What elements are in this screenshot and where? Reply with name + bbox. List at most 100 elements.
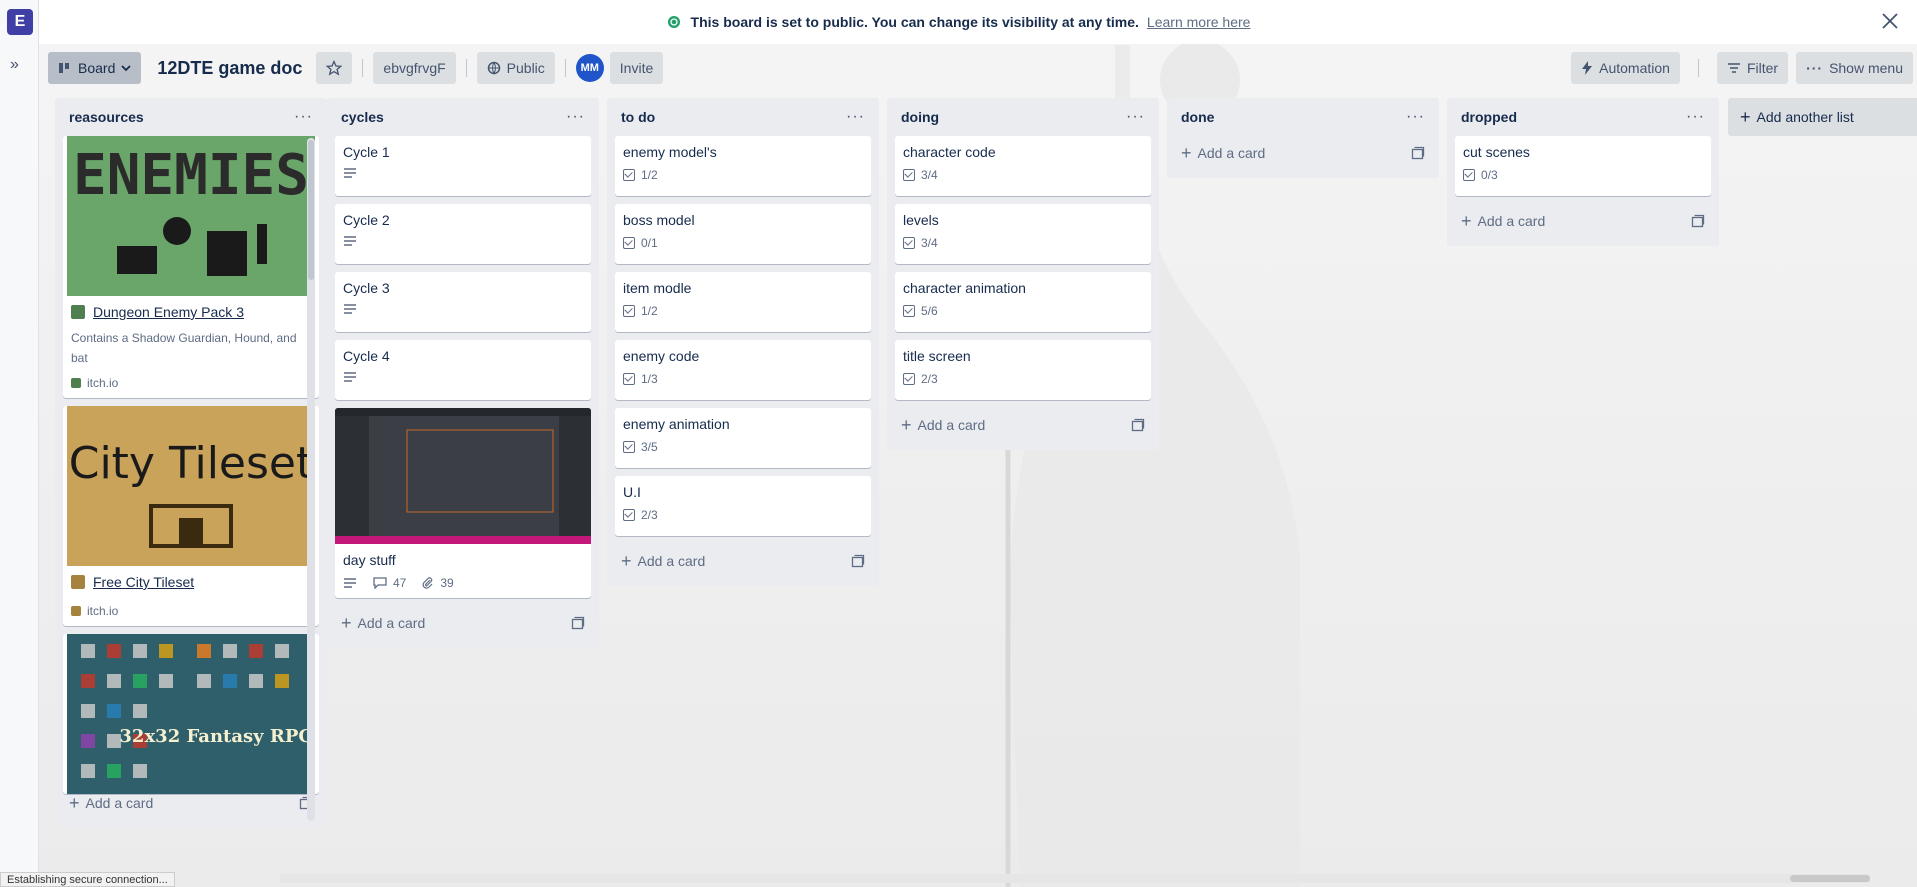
card[interactable]: Cycle 4 — [335, 340, 591, 400]
board-title[interactable]: 12DTE game doc — [157, 58, 302, 79]
card[interactable]: cut scenes 0/3 — [1455, 136, 1711, 196]
list-header: to do ··· — [615, 98, 871, 136]
globe-icon — [667, 16, 680, 28]
list-title[interactable]: reasources — [69, 109, 144, 125]
list-title[interactable]: doing — [901, 109, 939, 125]
add-card-button[interactable]: + Add a card — [1455, 204, 1711, 238]
divider — [564, 59, 566, 77]
checklist-icon — [623, 441, 635, 453]
add-card-button[interactable]: + Add a card — [63, 786, 319, 820]
add-card-button[interactable]: + Add a card — [335, 606, 591, 640]
list-title[interactable]: to do — [621, 109, 655, 125]
checklist-badge: 0/1 — [623, 236, 863, 250]
add-card-button[interactable]: + Add a card — [615, 544, 871, 578]
list-menu-icon[interactable]: ··· — [294, 109, 313, 125]
card[interactable]: levels 3/4 — [895, 204, 1151, 264]
close-icon[interactable] — [1879, 10, 1901, 32]
automation-button[interactable]: Automation — [1571, 52, 1680, 84]
card[interactable]: character code 3/4 — [895, 136, 1151, 196]
link-description: Contains a Shadow Guardian, Hound, and b… — [71, 331, 297, 365]
list-dropped: dropped ··· cut scenes 0/3 + Add a card — [1447, 98, 1719, 246]
show-menu-button[interactable]: ··· Show menu — [1796, 52, 1913, 84]
checklist-count: 0/1 — [641, 236, 658, 250]
invite-button[interactable]: Invite — [609, 52, 664, 84]
card-title: Cycle 1 — [343, 144, 390, 160]
learn-more-link[interactable]: Learn more here — [1147, 14, 1251, 30]
list-doing: doing ··· character code 3/4 levels 3/4 ch… — [887, 98, 1159, 450]
itch-icon — [71, 606, 81, 616]
visibility-label: Public — [506, 60, 545, 76]
checklist-badge: 2/3 — [903, 372, 1143, 386]
thumb-enemies-text: ENEMIES — [73, 143, 309, 208]
add-another-list-button[interactable]: + Add another list — [1728, 98, 1917, 136]
card[interactable]: enemy code 1/3 — [615, 340, 871, 400]
list-reasources: reasources ··· ENEMIES Dungeon Enemy Pac… — [55, 98, 327, 828]
star-icon — [326, 60, 343, 76]
template-icon[interactable] — [571, 616, 585, 630]
link-source-text: itch.io — [87, 604, 119, 618]
template-icon[interactable] — [1691, 214, 1705, 228]
link-title[interactable]: Dungeon Enemy Pack 3 — [71, 304, 311, 320]
description-icon — [344, 304, 356, 314]
link-card[interactable]: ENEMIES Dungeon Enemy Pack 3 Contains a … — [63, 136, 319, 398]
list-menu-icon[interactable]: ··· — [1686, 109, 1705, 125]
star-board-button[interactable] — [316, 52, 353, 84]
card-title: U.I — [623, 484, 641, 500]
list-header: cycles ··· — [335, 98, 591, 136]
list-menu-icon[interactable]: ··· — [1406, 109, 1425, 125]
link-card[interactable]: 32x32 Fantasy RPG Icons — [63, 634, 319, 794]
checklist-badge: 5/6 — [903, 304, 1143, 318]
board-horizontal-scrollbar[interactable] — [280, 874, 1870, 883]
list-scrollbar[interactable] — [307, 138, 315, 821]
checklist-badge: 3/4 — [903, 236, 1143, 250]
template-icon[interactable] — [1411, 146, 1425, 160]
board-header: Board 12DTE game doc ebvgfrvgF Public MM… — [48, 52, 1917, 84]
list-menu-icon[interactable]: ··· — [1126, 109, 1145, 125]
workspace-button[interactable]: ebvgfrvgF — [373, 52, 456, 84]
card[interactable]: enemy animation 3/5 — [615, 408, 871, 468]
header-right-actions: Automation Filter ··· Show menu — [1571, 52, 1913, 84]
card-title: enemy model's — [623, 144, 717, 160]
card[interactable]: enemy model's 1/2 — [615, 136, 871, 196]
image-card[interactable]: day stuff 47 39 — [335, 408, 591, 598]
list-title[interactable]: dropped — [1461, 109, 1517, 125]
card[interactable]: Cycle 3 — [335, 272, 591, 332]
list-title[interactable]: done — [1181, 109, 1214, 125]
card[interactable]: Cycle 1 — [335, 136, 591, 196]
description-icon — [344, 236, 356, 246]
add-card-button[interactable]: + Add a card — [1175, 136, 1431, 170]
description-icon — [344, 168, 356, 178]
template-icon[interactable] — [851, 554, 865, 568]
visibility-button[interactable]: Public — [476, 52, 555, 84]
add-card-label: Add a card — [637, 553, 706, 569]
description-badge — [343, 236, 583, 246]
filter-button[interactable]: Filter — [1716, 52, 1789, 84]
link-card[interactable]: City Tileset Free City Tileset itch.io — [63, 406, 319, 626]
workspace-logo[interactable]: E — [7, 9, 33, 35]
card[interactable]: character animation 5/6 — [895, 272, 1151, 332]
list-menu-icon[interactable]: ··· — [566, 109, 585, 125]
list-cards: ENEMIES Dungeon Enemy Pack 3 Contains a … — [63, 136, 319, 819]
card-title: levels — [903, 212, 939, 228]
checklist-count: 3/5 — [641, 440, 658, 454]
card[interactable]: boss model 0/1 — [615, 204, 871, 264]
avatar[interactable]: MM — [575, 54, 604, 82]
checklist-count: 2/3 — [641, 508, 658, 522]
template-icon[interactable] — [1131, 418, 1145, 432]
board-view-button[interactable]: Board — [48, 52, 142, 84]
card[interactable]: title screen 2/3 — [895, 340, 1151, 400]
link-source: itch.io — [71, 376, 311, 390]
lightning-icon — [1582, 61, 1593, 75]
card-title: title screen — [903, 348, 971, 364]
add-card-button[interactable]: + Add a card — [895, 408, 1151, 442]
card[interactable]: item modle 1/2 — [615, 272, 871, 332]
link-source: itch.io — [71, 604, 311, 618]
card[interactable]: Cycle 2 — [335, 204, 591, 264]
card[interactable]: U.I 2/3 — [615, 476, 871, 536]
list-menu-icon[interactable]: ··· — [846, 109, 865, 125]
checklist-icon — [1463, 169, 1475, 181]
list-title[interactable]: cycles — [341, 109, 384, 125]
expand-sidebar-icon[interactable]: » — [10, 56, 30, 73]
add-card-label: Add a card — [1477, 213, 1546, 229]
link-title[interactable]: Free City Tileset — [71, 574, 311, 590]
